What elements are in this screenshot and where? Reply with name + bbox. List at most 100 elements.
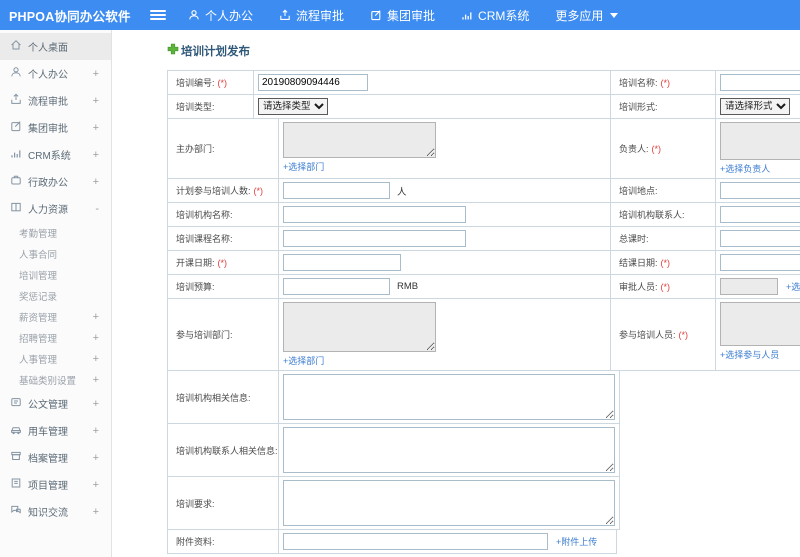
chart-icon bbox=[10, 146, 22, 164]
sidebar-subitem-personnel[interactable]: 人事管理 + bbox=[0, 348, 111, 369]
label-org-info: 培训机构相关信息: bbox=[168, 371, 279, 424]
unit-person: 人 bbox=[397, 186, 407, 198]
sidebar-item-crm[interactable]: CRM系统 + bbox=[0, 141, 111, 168]
chat-icon bbox=[10, 503, 22, 521]
label-attachment: 附件资料: bbox=[168, 530, 279, 554]
label-org-contact-info: 培训机构联系人相关信息: bbox=[168, 424, 279, 477]
sidebar-subitem-training[interactable]: 培训管理 bbox=[0, 264, 111, 285]
label-training-type: 培训类型: bbox=[168, 95, 254, 119]
label-org-name: 培训机构名称: bbox=[168, 203, 279, 227]
book-icon bbox=[10, 200, 22, 218]
join-dept-textarea[interactable] bbox=[283, 302, 436, 352]
label-join-staff: 参与培训人员: (*) bbox=[611, 299, 716, 371]
user-icon bbox=[188, 9, 200, 21]
label-requirement: 培训要求: bbox=[168, 477, 279, 530]
label-join-dept: 参与培训部门: bbox=[168, 299, 279, 371]
select-join-dept-link[interactable]: +选择部门 bbox=[283, 354, 436, 367]
topnav-more-apps[interactable]: 更多应用 bbox=[555, 7, 619, 24]
menu-toggle-icon[interactable] bbox=[150, 8, 166, 22]
total-hours-input[interactable] bbox=[720, 230, 800, 247]
label-training-name: 培训名称: (*) bbox=[611, 71, 716, 95]
sidebar-item-vehicles[interactable]: 用车管理 + bbox=[0, 417, 111, 444]
sidebar-item-archives[interactable]: 档案管理 + bbox=[0, 444, 111, 471]
end-date-input[interactable] bbox=[720, 254, 800, 271]
label-start-date: 开课日期: (*) bbox=[168, 251, 279, 275]
sidebar-subitem-rewards[interactable]: 奖惩记录 bbox=[0, 285, 111, 306]
sidebar-subitem-salary[interactable]: 薪资管理 + bbox=[0, 306, 111, 327]
label-course-name: 培训课程名称: bbox=[168, 227, 279, 251]
top-bar: PHPOA协同办公软件 个人办公 流程审批 集团审批 CRM系统 更多应用 bbox=[0, 0, 800, 30]
select-leader-link[interactable]: +选择负责人 bbox=[720, 162, 800, 175]
sidebar-item-group-approval[interactable]: 集团审批 + bbox=[0, 114, 111, 141]
select-approver-link[interactable]: +选择审批人 bbox=[786, 280, 800, 293]
edit-icon bbox=[370, 9, 382, 21]
label-leader: 负责人: (*) bbox=[611, 119, 716, 179]
topnav-personal-office[interactable]: 个人办公 bbox=[188, 7, 253, 24]
sidebar-subitem-attendance[interactable]: 考勤管理 bbox=[0, 222, 111, 243]
sidebar-item-hr[interactable]: 人力资源 - bbox=[0, 195, 111, 222]
sidebar-item-documents[interactable]: 公文管理 + bbox=[0, 390, 111, 417]
training-name-input[interactable] bbox=[720, 74, 800, 91]
select-join-staff-link[interactable]: +选择参与人员 bbox=[720, 348, 800, 361]
host-dept-textarea[interactable] bbox=[283, 122, 436, 158]
sidebar-item-knowledge[interactable]: 知识交流 + bbox=[0, 498, 111, 525]
label-total-hours: 总课时: bbox=[611, 227, 716, 251]
org-name-input[interactable] bbox=[283, 206, 466, 223]
upload-icon bbox=[10, 92, 22, 110]
main-content: 培训计划发布 培训编号:(*) 培训名称:(*) 培训类型: 请选择类型 培训形… bbox=[112, 30, 800, 557]
chart-icon bbox=[461, 9, 473, 21]
org-contact-input[interactable] bbox=[720, 206, 800, 223]
caret-down-icon bbox=[610, 12, 619, 18]
label-budget: 培训预算: bbox=[168, 275, 279, 299]
sidebar-item-desktop[interactable]: 个人桌面 bbox=[0, 33, 111, 60]
sidebar-item-admin-office[interactable]: 行政办公 + bbox=[0, 168, 111, 195]
attachment-input[interactable] bbox=[283, 533, 548, 550]
app-logo: PHPOA协同办公软件 bbox=[9, 9, 131, 24]
unit-rmb: RMB bbox=[397, 281, 419, 292]
car-icon bbox=[10, 422, 22, 440]
user-icon bbox=[10, 65, 22, 83]
plus-icon bbox=[167, 42, 179, 60]
training-mode-select[interactable]: 请选择形式 bbox=[720, 98, 790, 115]
label-training-number: 培训编号: (*) bbox=[168, 71, 254, 95]
home-icon bbox=[10, 38, 22, 56]
topnav-group-approval[interactable]: 集团审批 bbox=[370, 7, 435, 24]
planned-count-input[interactable] bbox=[283, 182, 390, 199]
course-name-input[interactable] bbox=[283, 230, 466, 247]
topnav-workflow-approval[interactable]: 流程审批 bbox=[279, 7, 344, 24]
leader-textarea[interactable] bbox=[720, 122, 800, 160]
label-approver: 审批人员: (*) bbox=[611, 275, 716, 299]
page-title: 培训计划发布 bbox=[167, 42, 800, 60]
label-org-contact: 培训机构联系人: bbox=[611, 203, 716, 227]
upload-icon bbox=[279, 9, 291, 21]
label-planned-count: 计划参与培训人数: (*) bbox=[168, 179, 279, 203]
edit-icon bbox=[10, 119, 22, 137]
document-icon bbox=[10, 395, 22, 413]
label-end-date: 结课日期: (*) bbox=[611, 251, 716, 275]
sidebar-item-projects[interactable]: 项目管理 + bbox=[0, 471, 111, 498]
label-host-dept: 主办部门: bbox=[168, 119, 279, 179]
sidebar-subitem-recruit[interactable]: 招聘管理 + bbox=[0, 327, 111, 348]
training-number-input[interactable] bbox=[258, 74, 368, 91]
training-type-select[interactable]: 请选择类型 bbox=[258, 98, 328, 115]
approver-input[interactable] bbox=[720, 278, 778, 295]
label-training-mode: 培训形式: bbox=[611, 95, 716, 119]
requirement-textarea[interactable] bbox=[283, 480, 615, 526]
topnav-crm-system[interactable]: CRM系统 bbox=[461, 7, 529, 24]
briefcase-icon bbox=[10, 173, 22, 191]
join-staff-textarea[interactable] bbox=[720, 302, 800, 346]
budget-input[interactable] bbox=[283, 278, 390, 295]
org-contact-info-textarea[interactable] bbox=[283, 427, 615, 473]
org-info-textarea[interactable] bbox=[283, 374, 615, 420]
select-dept-link[interactable]: +选择部门 bbox=[283, 160, 436, 173]
training-form: 培训编号:(*) 培训名称:(*) 培训类型: 请选择类型 培训形式: 请选择形… bbox=[167, 70, 800, 119]
attachment-upload-link[interactable]: +附件上传 bbox=[556, 535, 597, 548]
top-nav: 个人办公 流程审批 集团审批 CRM系统 更多应用 bbox=[188, 7, 619, 24]
sidebar-item-workflow-approval[interactable]: 流程审批 + bbox=[0, 87, 111, 114]
place-input[interactable] bbox=[720, 182, 800, 199]
sidebar-subitem-base-category[interactable]: 基础类别设置 + bbox=[0, 369, 111, 390]
start-date-input[interactable] bbox=[283, 254, 401, 271]
sidebar-subitem-hr-contract[interactable]: 人事合同 bbox=[0, 243, 111, 264]
sidebar-item-personal-office[interactable]: 个人办公 + bbox=[0, 60, 111, 87]
sidebar: 个人桌面 个人办公 + 流程审批 + 集团审批 + CRM系统 + 行政办公 + bbox=[0, 30, 112, 557]
